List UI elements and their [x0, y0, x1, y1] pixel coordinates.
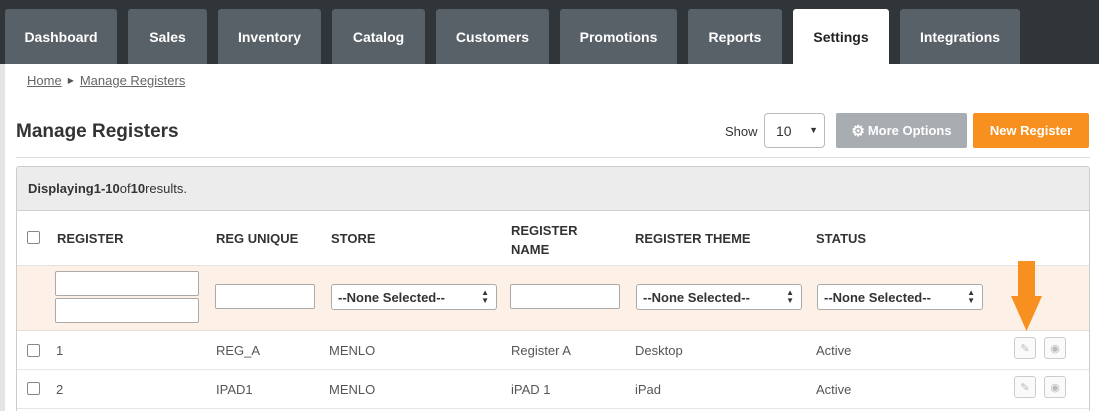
eye-icon: ◉ [1050, 381, 1060, 394]
summary-total: 10 [130, 181, 146, 196]
tab-sales[interactable]: Sales [128, 9, 207, 64]
table-row[interactable]: 1 REG_A MENLO Register A Desktop Active … [17, 331, 1089, 370]
cell-register-theme: iPad [635, 382, 662, 397]
column-register-name[interactable]: REGISTER NAME [511, 221, 577, 259]
more-options-button[interactable]: ⚙ More Options [836, 113, 967, 148]
tab-integrations[interactable]: Integrations [900, 9, 1020, 64]
column-store[interactable]: STORE [331, 231, 376, 246]
summary-of: of [119, 181, 131, 196]
cell-reg-unique: IPAD1 [216, 382, 253, 397]
row-checkbox[interactable] [27, 382, 40, 395]
tab-catalog[interactable]: Catalog [332, 9, 425, 64]
cell-register: 1 [56, 343, 64, 358]
results-summary: Displaying 1-10 of 10 results. [17, 167, 1089, 211]
summary-range: 1-10 [93, 181, 120, 196]
cell-register: 2 [56, 382, 64, 397]
register-name-filter-input[interactable] [510, 284, 620, 309]
cell-status: Active [816, 343, 852, 358]
title-divider [16, 157, 1090, 158]
status-filter-value: --None Selected-- [824, 289, 931, 305]
column-register-name-line2: NAME [511, 242, 550, 257]
theme-filter-select[interactable]: --None Selected-- ▲ ▼ [636, 284, 802, 310]
breadcrumb-current-link[interactable]: Manage Registers [80, 73, 186, 88]
new-register-button[interactable]: New Register [973, 113, 1089, 148]
tab-dashboard[interactable]: Dashboard [5, 9, 117, 64]
summary-prefix: Displaying [28, 181, 94, 196]
breadcrumb-separator-icon: ▶ [67, 76, 74, 85]
caret-down-icon: ▼ [809, 125, 818, 135]
registers-grid: Displaying 1-10 of 10 results. REGISTER … [16, 166, 1090, 411]
more-options-label: More Options [867, 123, 952, 138]
page-size-select[interactable]: 10 ▼ [764, 113, 825, 148]
tab-inventory[interactable]: Inventory [218, 9, 321, 64]
view-button[interactable]: ◉ [1044, 337, 1066, 359]
breadcrumb-home-link[interactable]: Home [27, 73, 62, 88]
tab-reports[interactable]: Reports [688, 9, 782, 64]
cell-register-name: iPAD 1 [511, 382, 551, 397]
filter-row: --None Selected-- ▲ ▼ --None Selected-- ▲… [17, 266, 1089, 331]
cell-store: MENLO [329, 382, 376, 397]
updown-arrow-icon: ▲ ▼ [786, 288, 794, 305]
column-register-name-line1: REGISTER [511, 223, 578, 238]
view-button[interactable]: ◉ [1044, 376, 1066, 398]
breadcrumb: Home ▶ Manage Registers [27, 73, 185, 88]
column-register-theme[interactable]: REGISTER THEME [635, 231, 751, 246]
cell-register-name: Register A [511, 343, 571, 358]
theme-filter-value: --None Selected-- [643, 289, 750, 305]
store-filter-select[interactable]: --None Selected-- ▲ ▼ [331, 284, 497, 310]
down-arrow-icon [1011, 296, 1042, 331]
cell-reg-unique: REG_A [216, 343, 261, 358]
row-checkbox[interactable] [27, 344, 40, 357]
left-border [0, 64, 5, 411]
tab-promotions[interactable]: Promotions [560, 9, 677, 64]
register-filter-from-input[interactable] [55, 271, 199, 296]
cell-store: MENLO [329, 343, 376, 358]
tab-settings[interactable]: Settings [793, 9, 889, 64]
show-label: Show [725, 124, 758, 139]
edit-button[interactable]: ✎ [1014, 337, 1036, 359]
pencil-icon: ✎ [1020, 342, 1030, 355]
store-filter-value: --None Selected-- [338, 289, 445, 305]
column-register[interactable]: REGISTER [57, 231, 123, 246]
updown-arrow-icon: ▲ ▼ [967, 288, 975, 305]
updown-arrow-icon: ▲ ▼ [481, 288, 489, 305]
reg-unique-filter-input[interactable] [215, 284, 315, 309]
edit-button[interactable]: ✎ [1014, 376, 1036, 398]
register-filter-to-input[interactable] [55, 298, 199, 323]
tab-customers[interactable]: Customers [436, 9, 549, 64]
pencil-icon: ✎ [1020, 381, 1030, 394]
annotation-arrow-shaft [1018, 261, 1035, 297]
table-row[interactable]: 2 IPAD1 MENLO iPAD 1 iPad Active ✎ ◉ [17, 370, 1089, 409]
status-filter-select[interactable]: --None Selected-- ▲ ▼ [817, 284, 983, 310]
summary-suffix: results. [145, 181, 187, 196]
gear-icon: ⚙ [851, 122, 865, 140]
top-navigation: Dashboard Sales Inventory Catalog Custom… [0, 0, 1099, 64]
cell-register-theme: Desktop [635, 343, 683, 358]
cell-status: Active [816, 382, 852, 397]
column-reg-unique[interactable]: REG UNIQUE [216, 231, 298, 246]
grid-header: REGISTER REG UNIQUE STORE REGISTER NAME … [17, 211, 1089, 266]
select-all-checkbox[interactable] [27, 231, 40, 244]
page-size-value: 10 [776, 122, 792, 139]
eye-icon: ◉ [1050, 342, 1060, 355]
page-title: Manage Registers [16, 121, 179, 142]
column-status[interactable]: STATUS [816, 231, 866, 246]
